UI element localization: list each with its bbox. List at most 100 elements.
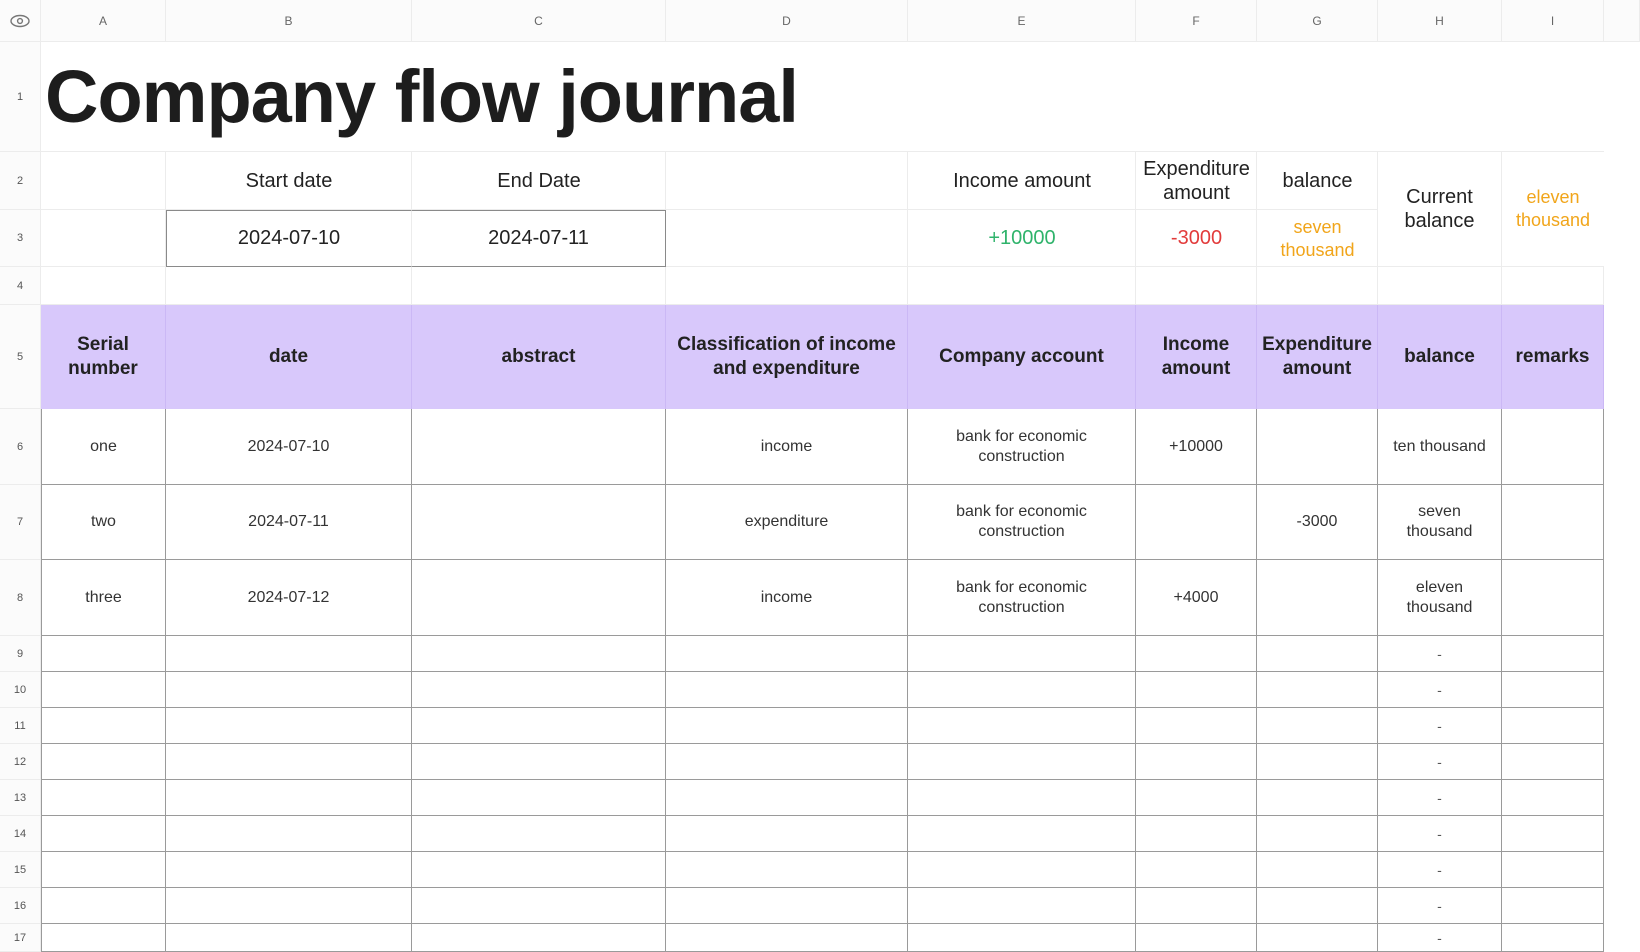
table-cell-classification[interactable]: income (666, 560, 908, 636)
empty-cell[interactable] (412, 708, 666, 744)
empty-cell[interactable] (166, 708, 412, 744)
row-number-16[interactable]: 16 (0, 888, 41, 924)
grid-cell[interactable] (1378, 267, 1502, 305)
row-number-6[interactable]: 6 (0, 409, 41, 485)
table-cell-date[interactable]: 2024-07-10 (166, 409, 412, 485)
empty-cell[interactable] (1257, 816, 1378, 852)
row-number-2[interactable]: 2 (0, 152, 41, 210)
empty-cell[interactable] (1502, 672, 1604, 708)
empty-cell[interactable] (908, 852, 1136, 888)
grid-cell[interactable] (1136, 267, 1257, 305)
empty-cell[interactable] (412, 744, 666, 780)
empty-cell[interactable] (166, 852, 412, 888)
table-cell-account[interactable]: bank for economic construction (908, 409, 1136, 485)
empty-cell[interactable] (41, 924, 166, 952)
row-number-8[interactable]: 8 (0, 560, 41, 636)
empty-cell[interactable] (1257, 888, 1378, 924)
grid-cell[interactable] (166, 267, 412, 305)
income-amount-value[interactable]: +10000 (908, 210, 1136, 267)
end-date-value[interactable]: 2024-07-11 (412, 210, 666, 267)
empty-cell[interactable] (412, 636, 666, 672)
row-number-9[interactable]: 9 (0, 636, 41, 672)
empty-cell[interactable] (908, 744, 1136, 780)
row-number-13[interactable]: 13 (0, 780, 41, 816)
balance-placeholder[interactable]: - (1378, 780, 1502, 816)
row-number-3[interactable]: 3 (0, 210, 41, 267)
empty-cell[interactable] (908, 780, 1136, 816)
table-cell-abstract[interactable] (412, 485, 666, 560)
expenditure-amount-value[interactable]: -3000 (1136, 210, 1257, 267)
balance-placeholder[interactable]: - (1378, 708, 1502, 744)
empty-cell[interactable] (412, 672, 666, 708)
empty-cell[interactable] (1502, 816, 1604, 852)
empty-cell[interactable] (1502, 924, 1604, 952)
table-cell-income[interactable]: +4000 (1136, 560, 1257, 636)
empty-cell[interactable] (1257, 780, 1378, 816)
row-number-11[interactable]: 11 (0, 708, 41, 744)
empty-cell[interactable] (666, 852, 908, 888)
table-cell-income[interactable]: +10000 (1136, 409, 1257, 485)
empty-cell[interactable] (666, 672, 908, 708)
grid-cell[interactable] (41, 210, 166, 267)
empty-cell[interactable] (1257, 708, 1378, 744)
table-cell-classification[interactable]: income (666, 409, 908, 485)
row-number-4[interactable]: 4 (0, 267, 41, 305)
empty-cell[interactable] (1502, 780, 1604, 816)
corner-cell[interactable] (0, 0, 41, 42)
empty-cell[interactable] (1257, 636, 1378, 672)
current-balance-value[interactable]: eleven thousand (1502, 152, 1604, 267)
empty-cell[interactable] (412, 924, 666, 952)
table-cell-account[interactable]: bank for economic construction (908, 560, 1136, 636)
balance-placeholder[interactable]: - (1378, 816, 1502, 852)
empty-cell[interactable] (41, 672, 166, 708)
balance-placeholder[interactable]: - (1378, 852, 1502, 888)
table-header-cell[interactable]: remarks (1502, 305, 1604, 409)
empty-cell[interactable] (41, 888, 166, 924)
table-header-cell[interactable]: balance (1378, 305, 1502, 409)
row-number-1[interactable]: 1 (0, 42, 41, 152)
grid-cell[interactable] (412, 267, 666, 305)
empty-cell[interactable] (666, 636, 908, 672)
table-cell-expenditure[interactable] (1257, 560, 1378, 636)
table-cell-abstract[interactable] (412, 560, 666, 636)
balance-placeholder[interactable]: - (1378, 744, 1502, 780)
column-header-c[interactable]: C (412, 0, 666, 42)
empty-cell[interactable] (908, 816, 1136, 852)
empty-cell[interactable] (666, 708, 908, 744)
table-header-cell[interactable]: Expenditure amount (1257, 305, 1378, 409)
table-header-cell[interactable]: Classification of income and expenditure (666, 305, 908, 409)
table-cell-remarks[interactable] (1502, 485, 1604, 560)
balance-value[interactable]: seven thousand (1257, 210, 1378, 267)
empty-cell[interactable] (1136, 852, 1257, 888)
table-cell-serial[interactable]: three (41, 560, 166, 636)
empty-cell[interactable] (908, 888, 1136, 924)
empty-cell[interactable] (412, 816, 666, 852)
table-header-cell[interactable]: date (166, 305, 412, 409)
empty-cell[interactable] (1136, 708, 1257, 744)
table-cell-account[interactable]: bank for economic construction (908, 485, 1136, 560)
row-number-14[interactable]: 14 (0, 816, 41, 852)
table-cell-serial[interactable]: one (41, 409, 166, 485)
table-header-cell[interactable]: abstract (412, 305, 666, 409)
empty-cell[interactable] (1257, 672, 1378, 708)
empty-cell[interactable] (666, 816, 908, 852)
balance-placeholder[interactable]: - (1378, 888, 1502, 924)
empty-cell[interactable] (1257, 744, 1378, 780)
empty-cell[interactable] (166, 744, 412, 780)
empty-cell[interactable] (412, 852, 666, 888)
column-header-d[interactable]: D (666, 0, 908, 42)
empty-cell[interactable] (412, 780, 666, 816)
row-number-12[interactable]: 12 (0, 744, 41, 780)
start-date-value[interactable]: 2024-07-10 (166, 210, 412, 267)
balance-placeholder[interactable]: - (1378, 636, 1502, 672)
balance-placeholder[interactable]: - (1378, 924, 1502, 952)
empty-cell[interactable] (166, 780, 412, 816)
table-cell-classification[interactable]: expenditure (666, 485, 908, 560)
column-header-g[interactable]: G (1257, 0, 1378, 42)
spreadsheet[interactable]: A B C D E F G H I 1 2 3 4 5 6 7 8 9 10 11 12 13 14 15 16 17 Compan… (0, 0, 1640, 952)
column-header-b[interactable]: B (166, 0, 412, 42)
grid-cell[interactable] (1502, 267, 1604, 305)
empty-cell[interactable] (41, 816, 166, 852)
table-cell-balance[interactable]: ten thousand (1378, 409, 1502, 485)
empty-cell[interactable] (1502, 744, 1604, 780)
